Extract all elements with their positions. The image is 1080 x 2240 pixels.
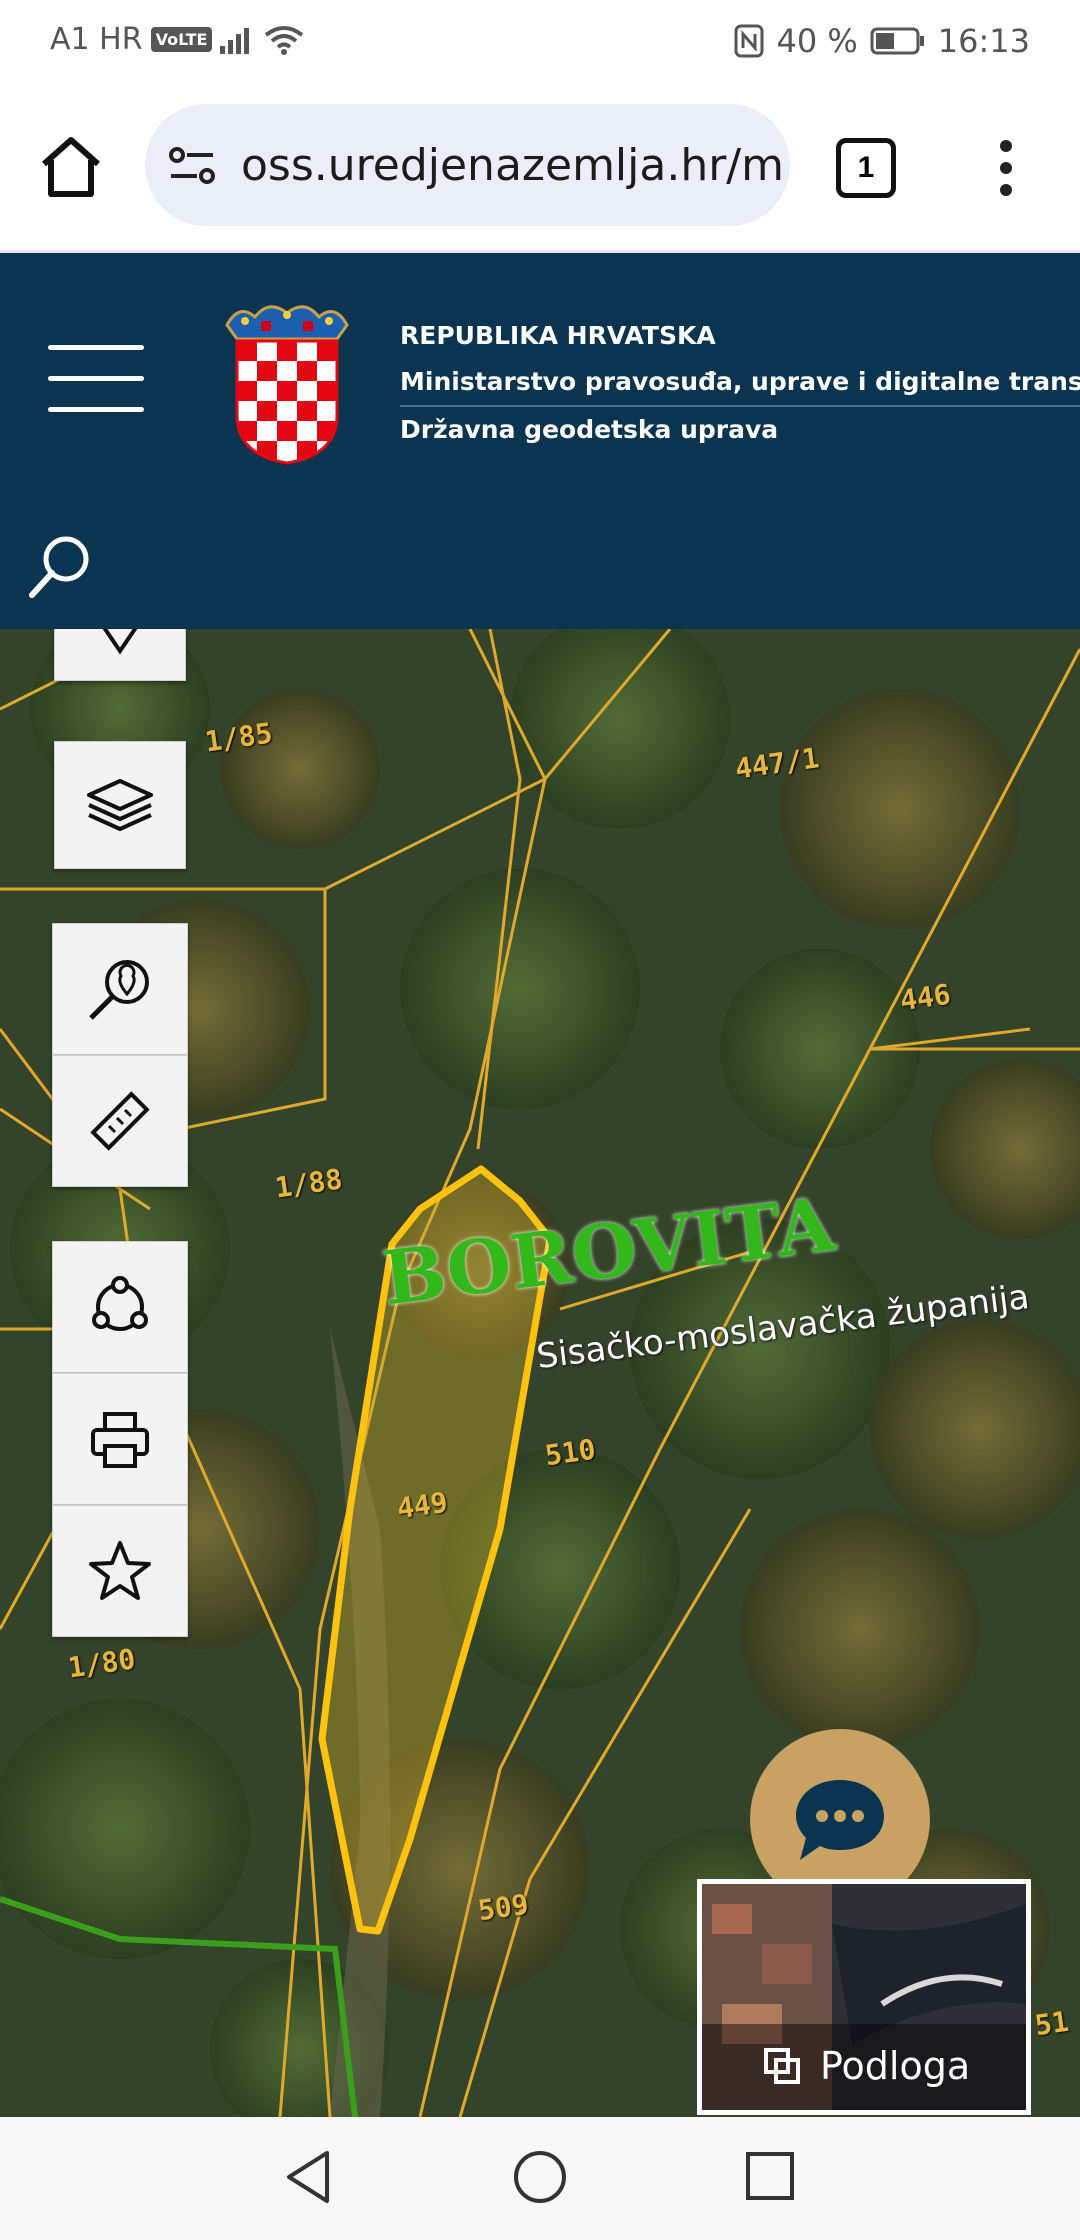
battery-icon [870,27,924,55]
basemap-switcher[interactable]: Podloga [697,1879,1031,2115]
parcel-label[interactable]: 510 [543,1433,598,1473]
location-pin-button[interactable] [54,629,186,681]
parcel-label[interactable]: 509 [476,1888,531,1928]
ruler-icon [90,1091,150,1151]
status-left: A1 HR VoLTE [50,22,304,57]
star-icon [89,1541,151,1600]
measure-button[interactable] [52,1055,188,1187]
wifi-icon [265,25,304,55]
header-title-country: REPUBLIKA HRVATSKA [400,321,716,350]
status-bar: A1 HR VoLTE 40 % 16:13 [0,0,1080,82]
recents-icon[interactable] [745,2151,795,2201]
search-location-icon [89,960,149,1020]
header-titles: REPUBLIKA HRVATSKA Ministarstvo pravosuđ… [400,313,1080,453]
basemap-label: Podloga [820,2044,971,2088]
favorites-button[interactable] [52,1505,188,1637]
parcel-label-selected[interactable]: 449 [395,1486,450,1526]
browser-menu-icon[interactable] [996,140,1016,200]
site-settings-icon[interactable] [167,144,217,188]
layers-icon [87,779,153,832]
chat-bubble-icon [796,1780,884,1860]
battery-percent: 40 % [776,22,858,60]
browser-toolbar: oss.uredjenazemlja.hr/m 1 [0,82,1080,253]
status-right: 40 % 16:13 [734,22,1030,60]
address-bar[interactable]: oss.uredjenazemlja.hr/m [145,104,790,226]
print-button[interactable] [52,1373,188,1505]
parcel-label[interactable]: 446 [898,978,953,1018]
url-text[interactable]: oss.uredjenazemlja.hr/m [241,140,784,191]
site-header: REPUBLIKA HRVATSKA Ministarstvo pravosuđ… [0,253,1080,629]
hamburger-menu-icon[interactable] [48,345,144,415]
volte-badge: VoLTE [150,27,213,52]
cadastral-map[interactable]: 1/85 447/1 446 1/88 BOROVITA Sisačko-mos… [0,629,1080,2117]
home-circle-icon[interactable] [512,2149,568,2205]
signal-icon [220,27,250,54]
basemap-label-group: Podloga [762,2044,970,2088]
search-icon[interactable] [28,533,94,599]
search-location-button[interactable] [52,923,188,1055]
location-pin-icon [102,629,138,655]
system-navigation-bar [0,2117,1080,2240]
header-title-agency: Državna geodetska uprava [400,415,779,444]
print-icon [91,1412,149,1468]
parcel-label[interactable]: 51 [1033,2005,1071,2042]
polygon-icon [92,1276,148,1331]
basemap-switch-icon [764,2048,800,2084]
croatian-coat-of-arms-logo [225,305,349,465]
header-title-ministry: Ministarstvo pravosuđa, uprave i digital… [400,359,1080,407]
back-icon[interactable] [283,2149,333,2205]
draw-polygon-button[interactable] [52,1241,188,1373]
clock: 16:13 [937,22,1030,60]
home-icon[interactable] [36,132,106,202]
layers-button[interactable] [54,741,186,869]
tab-switcher-button[interactable]: 1 [836,138,896,198]
carrier-label: A1 HR [50,22,143,57]
nfc-icon [734,24,764,58]
